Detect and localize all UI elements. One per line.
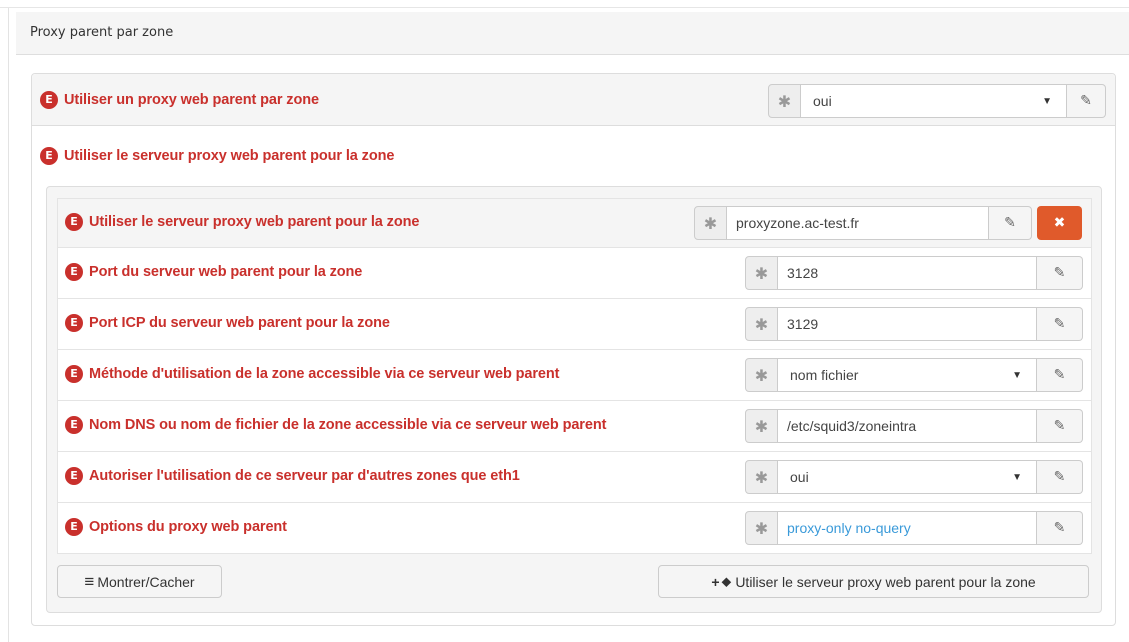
allow-other-zones-group: ✱ oui ▼ ✎	[745, 460, 1083, 494]
icp-port-input[interactable]: 3129	[778, 307, 1037, 341]
use-parent-select-group: ✱ oui ▼ ✎	[768, 84, 1106, 118]
expert-badge: E	[65, 213, 83, 231]
required-icon: ✱	[745, 511, 778, 545]
show-hide-button[interactable]: ≡ Montrer/Cacher	[57, 565, 222, 598]
expert-badge: E	[65, 467, 83, 485]
edit-button[interactable]: ✎	[1037, 409, 1083, 443]
edit-icon: ✎	[1053, 367, 1066, 383]
menu-icon: ≡	[84, 571, 95, 591]
edit-button[interactable]: ✎	[1037, 307, 1083, 341]
use-parent-label: E Utiliser un proxy web parent par zone	[40, 91, 319, 109]
proxy-host-group: ✱ proxyzone.ac-test.fr ✎	[694, 206, 1032, 240]
use-parent-select[interactable]: oui ▼	[801, 84, 1067, 118]
remove-button[interactable]: ✖	[1037, 206, 1082, 240]
edit-icon: ✎	[1053, 520, 1066, 536]
top-border	[0, 7, 1129, 8]
edit-button[interactable]: ✎	[1037, 511, 1083, 545]
chevron-down-icon: ▼	[1012, 471, 1022, 483]
chevron-down-icon: ▼	[1042, 95, 1052, 107]
edit-icon: ✎	[1053, 418, 1066, 434]
method-select-group: ✱ nom fichier ▼ ✎	[745, 358, 1083, 392]
edit-icon: ✎	[1053, 316, 1066, 332]
expert-badge: E	[65, 314, 83, 332]
required-icon: ✱	[745, 256, 778, 290]
required-icon: ✱	[768, 84, 801, 118]
proxy-host-input[interactable]: proxyzone.ac-test.fr	[727, 206, 989, 240]
list-item-label: E Nom DNS ou nom de fichier de la zone a…	[65, 416, 606, 434]
edit-button[interactable]: ✎	[1037, 460, 1083, 494]
allow-other-zones-select[interactable]: oui ▼	[778, 460, 1037, 494]
left-border	[8, 8, 9, 642]
list-item-label: E Port ICP du serveur web parent pour la…	[65, 314, 390, 332]
list-item-label: E Utiliser le serveur proxy web parent p…	[65, 213, 419, 231]
row-divider	[58, 298, 1091, 299]
proxy-options-group: ✱ proxy-only no-query ✎	[745, 511, 1083, 545]
edit-icon: ✎	[1080, 93, 1092, 109]
row-divider	[58, 400, 1091, 401]
port-input[interactable]: 3128	[778, 256, 1037, 290]
expert-badge: E	[40, 91, 58, 109]
required-icon: ✱	[694, 206, 727, 240]
list-item-label: E Autoriser l'utilisation de ce serveur …	[65, 467, 520, 485]
chevron-down-icon: ▼	[1012, 369, 1022, 381]
add-zone-proxy-button[interactable]: + ⬥ Utiliser le serveur proxy web parent…	[658, 565, 1089, 598]
required-icon: ✱	[745, 409, 778, 443]
plus-icon: +	[711, 573, 720, 590]
close-icon: ✖	[1053, 215, 1066, 231]
zone-section-label: E Utiliser le serveur proxy web parent p…	[40, 147, 394, 165]
edit-icon: ✎	[1053, 469, 1066, 485]
edit-button[interactable]: ✎	[989, 206, 1032, 240]
expert-badge: E	[65, 263, 83, 281]
list-item-label: E Méthode d'utilisation de la zone acces…	[65, 365, 559, 383]
proxy-options-input[interactable]: proxy-only no-query	[778, 511, 1037, 545]
expert-badge: E	[65, 416, 83, 434]
row-divider	[58, 349, 1091, 350]
icp-port-group: ✱ 3129 ✎	[745, 307, 1083, 341]
list-item-label: E Options du proxy web parent	[65, 518, 287, 536]
expert-badge: E	[65, 518, 83, 536]
edit-button[interactable]: ✎	[1037, 256, 1083, 290]
port-group: ✱ 3128 ✎	[745, 256, 1083, 290]
row-divider	[58, 451, 1091, 452]
required-icon: ✱	[745, 358, 778, 392]
edit-button[interactable]: ✎	[1037, 358, 1083, 392]
expert-badge: E	[40, 147, 58, 165]
list-item-label: E Port du serveur web parent pour la zon…	[65, 263, 362, 281]
row-divider	[58, 502, 1091, 503]
zone-file-group: ✱ /etc/squid3/zoneintra ✎	[745, 409, 1083, 443]
required-icon: ✱	[745, 460, 778, 494]
required-icon: ✱	[745, 307, 778, 341]
edit-button[interactable]: ✎	[1067, 84, 1106, 118]
edit-icon: ✎	[1053, 265, 1066, 281]
tag-icon: ⬥	[721, 573, 732, 589]
method-select[interactable]: nom fichier ▼	[778, 358, 1037, 392]
row-divider	[58, 247, 1091, 248]
expert-badge: E	[65, 365, 83, 383]
panel-title: Proxy parent par zone	[16, 12, 1129, 55]
zone-file-input[interactable]: /etc/squid3/zoneintra	[778, 409, 1037, 443]
edit-icon: ✎	[1004, 215, 1016, 231]
